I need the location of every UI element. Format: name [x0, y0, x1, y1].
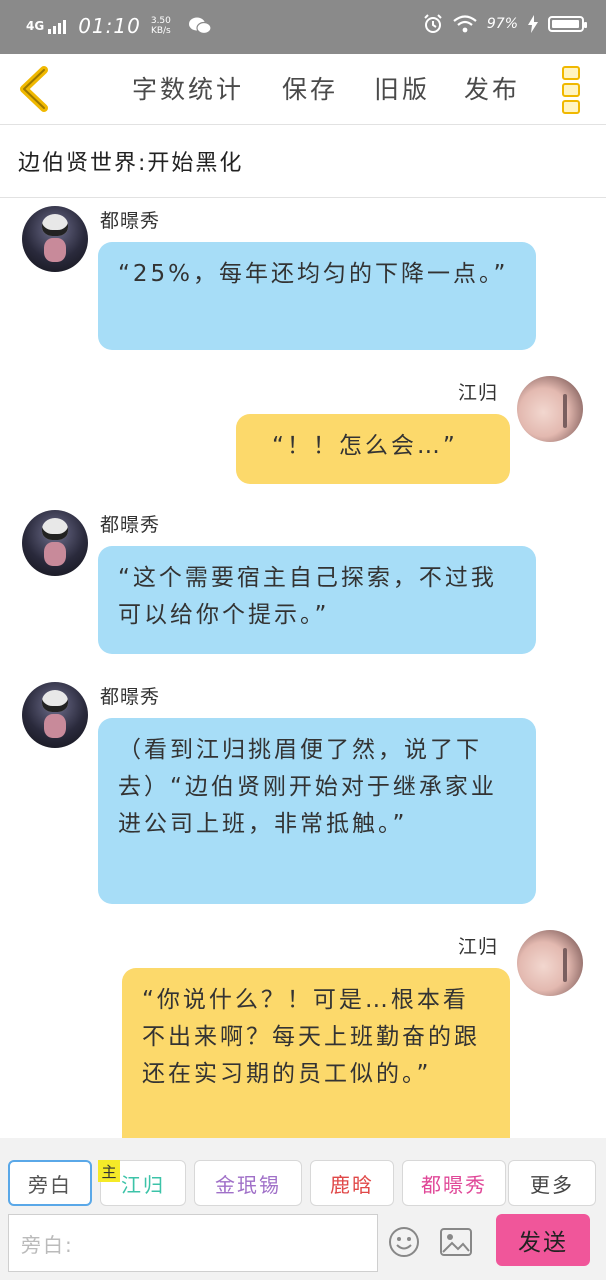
role-narration[interactable]: 旁白: [8, 1160, 92, 1206]
speaker-name: 江归: [458, 382, 499, 404]
menu-dot: [562, 83, 580, 97]
message-bubble[interactable]: “25%，每年还均匀的下降一点。”: [98, 242, 536, 350]
main-role-badge: 主: [98, 1160, 120, 1182]
status-bar: 4G 01:10 3.50 KB/s 97%: [0, 0, 606, 54]
avatar[interactable]: [22, 682, 88, 748]
chat-area[interactable]: 都暻秀 “25%，每年还均匀的下降一点。” 江归 “！！怎么会…” 都暻秀 “这…: [0, 198, 606, 1138]
send-button[interactable]: 发送: [496, 1214, 590, 1266]
message-bubble[interactable]: “这个需要宿主自己探索，不过我可以给你个提示。”: [98, 546, 536, 654]
avatar[interactable]: [22, 510, 88, 576]
battery-fill: [552, 20, 580, 28]
back-arrow-icon[interactable]: [14, 66, 54, 112]
message-bubble[interactable]: （看到江归挑眉便了然，说了下去）“边伯贤刚开始对于继承家业进公司上班，非常抵触。…: [98, 718, 536, 904]
speaker-name: 都暻秀: [100, 514, 161, 536]
speaker-name: 都暻秀: [100, 686, 161, 708]
old-version-button[interactable]: 旧版: [374, 70, 430, 106]
clock: 01:10: [78, 14, 141, 38]
alarm-icon: [424, 14, 442, 33]
menu-dot: [562, 66, 580, 80]
editor-toolbar: 字数统计 保存 旧版 发布: [0, 54, 606, 125]
battery-percent: 97%: [486, 16, 518, 32]
charging-icon: [528, 15, 538, 33]
story-title-row[interactable]: 边伯贤世界:开始黑化: [0, 125, 606, 198]
avatar[interactable]: [517, 930, 583, 996]
speaker-name: 江归: [458, 936, 499, 958]
word-count-button[interactable]: 字数统计: [132, 70, 244, 106]
message-bubble[interactable]: “你说什么？！可是…根本看不出来啊？每天上班勤奋的跟还在实习期的员工似的。”: [122, 968, 510, 1138]
message-bubble[interactable]: “！！怎么会…”: [236, 414, 510, 484]
net-speed: 3.50 KB/s: [151, 16, 171, 36]
save-button[interactable]: 保存: [282, 70, 338, 106]
net-speed-value: 3.50: [150, 16, 171, 26]
wifi-icon: [453, 15, 477, 33]
wechat-icon: [188, 17, 211, 35]
net-speed-unit: KB/s: [150, 26, 171, 36]
role-luhan[interactable]: 鹿晗: [310, 1160, 394, 1206]
role-more-button[interactable]: 更多: [508, 1160, 596, 1206]
signal-icon: [48, 18, 67, 34]
message-input[interactable]: 旁白:: [8, 1214, 378, 1272]
emoji-icon[interactable]: [388, 1226, 420, 1258]
menu-dot: [562, 100, 580, 114]
input-bar: 旁白: 发送: [0, 1212, 606, 1280]
speaker-name: 都暻秀: [100, 210, 161, 232]
role-dujingxiu[interactable]: 都暻秀: [402, 1160, 506, 1206]
role-selector: 旁白 江归 金珉锡 鹿晗 都暻秀 更多: [0, 1138, 606, 1212]
avatar[interactable]: [517, 376, 583, 442]
network-type: 4G: [26, 19, 45, 33]
story-title[interactable]: 边伯贤世界:开始黑化: [18, 145, 243, 177]
more-menu-icon[interactable]: [562, 66, 584, 114]
role-jinminxi[interactable]: 金珉锡: [194, 1160, 302, 1206]
publish-button[interactable]: 发布: [464, 70, 520, 106]
avatar[interactable]: [22, 206, 88, 272]
battery-icon: [548, 16, 587, 32]
image-icon[interactable]: [440, 1228, 472, 1256]
